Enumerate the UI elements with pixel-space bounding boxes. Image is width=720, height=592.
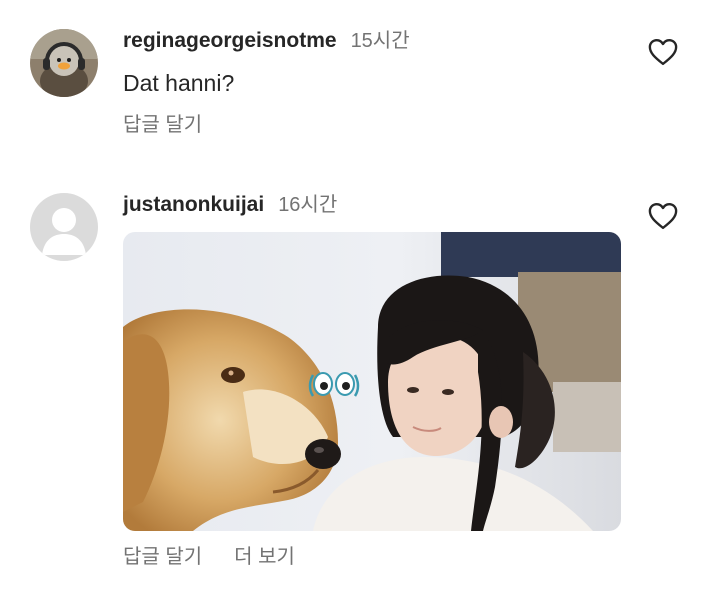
comment-header: justanonkuijai 16시간 <box>123 192 337 218</box>
reply-button[interactable]: 답글 달기 <box>123 544 202 570</box>
username[interactable]: justanonkuijai <box>123 192 264 218</box>
comment-2: justanonkuijai 16시간 답글 달기 더 보기 <box>0 0 720 592</box>
like-button[interactable] <box>648 202 678 230</box>
avatar[interactable] <box>30 193 98 261</box>
default-user-avatar-icon <box>30 193 98 261</box>
comment-gif[interactable] <box>123 232 621 531</box>
golden-retriever-and-girl-gif-image <box>123 232 621 531</box>
comment-actions: 답글 달기 더 보기 <box>123 544 295 570</box>
timestamp: 16시간 <box>278 194 338 216</box>
heart-outline-icon <box>648 202 678 230</box>
more-button[interactable]: 더 보기 <box>234 544 295 570</box>
